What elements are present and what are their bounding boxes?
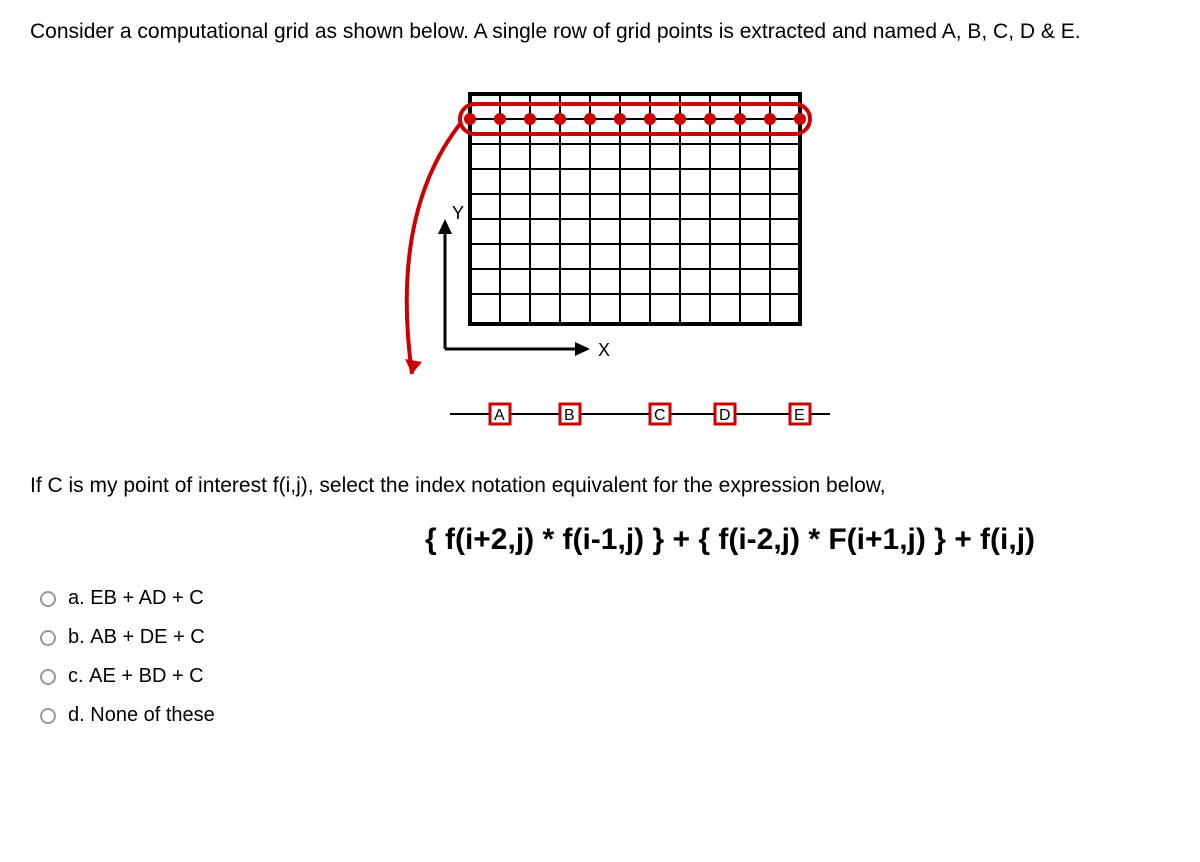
option-text: None of these xyxy=(90,704,215,727)
option-d[interactable]: d. None of these xyxy=(40,704,1170,727)
option-c[interactable]: c. AE + BD + C xyxy=(40,665,1170,688)
svg-text:D: D xyxy=(719,407,731,424)
svg-text:C: C xyxy=(654,407,666,424)
svg-text:A: A xyxy=(494,407,505,424)
option-letter: d. xyxy=(68,704,85,727)
svg-text:E: E xyxy=(794,407,805,424)
option-letter: c. xyxy=(68,665,84,688)
question-intro: Consider a computational grid as shown b… xyxy=(30,20,1170,44)
question-prompt: If C is my point of interest f(i,j), sel… xyxy=(30,474,1170,498)
radio-icon xyxy=(40,669,56,685)
radio-icon xyxy=(40,591,56,607)
option-b[interactable]: b. AB + DE + C xyxy=(40,626,1170,649)
grid-diagram: Y X A B C D E xyxy=(350,74,850,444)
diagram-container: Y X A B C D E xyxy=(30,74,1170,444)
radio-icon xyxy=(40,630,56,646)
options-list: a. EB + AD + C b. AB + DE + C c. AE + BD… xyxy=(30,587,1170,727)
option-text: AE + BD + C xyxy=(89,665,204,688)
option-letter: a. xyxy=(68,587,85,610)
x-axis-label: X xyxy=(598,340,610,360)
expression-text: { f(i+2,j) * f(i-1,j) } + { f(i-2,j) * F… xyxy=(290,523,1170,557)
radio-icon xyxy=(40,708,56,724)
option-letter: b. xyxy=(68,626,85,649)
option-text: EB + AD + C xyxy=(90,587,203,610)
option-text: AB + DE + C xyxy=(90,626,205,649)
y-axis-label: Y xyxy=(452,203,464,223)
svg-text:B: B xyxy=(564,407,575,424)
option-a[interactable]: a. EB + AD + C xyxy=(40,587,1170,610)
